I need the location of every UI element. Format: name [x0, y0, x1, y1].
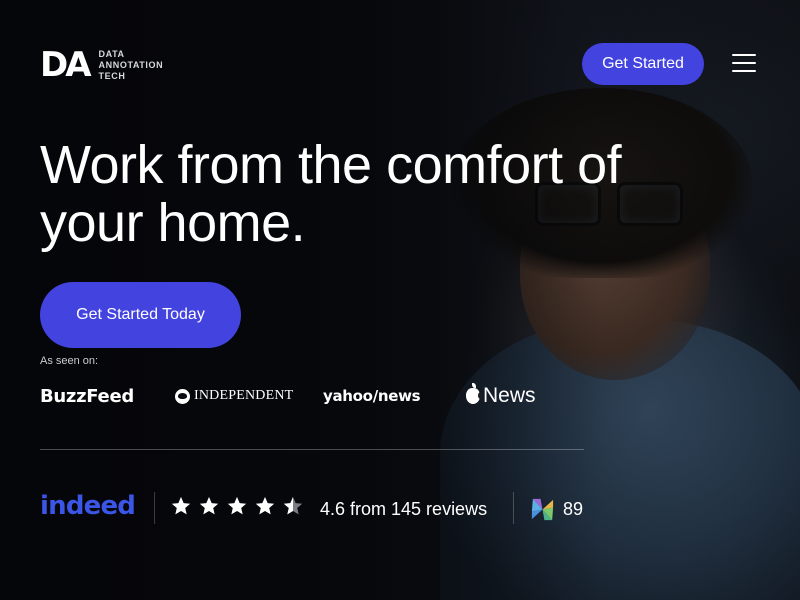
- logo-mark: DA: [40, 45, 92, 85]
- ratings-separator: [513, 492, 514, 524]
- star-icon: [171, 496, 191, 515]
- rating-badge-score: 89: [563, 499, 584, 519]
- press-logos: BuzzFeed INDEPENDENT yahoo/news News: [40, 380, 560, 412]
- apple-news-wordmark: News: [483, 384, 536, 407]
- buzzfeed-logo: BuzzFeed: [40, 385, 134, 407]
- hamburger-menu-icon[interactable]: [730, 52, 758, 74]
- site-logo[interactable]: DA DATA ANNOTATION TECH: [40, 48, 163, 82]
- rating-badge-icon: [531, 498, 554, 521]
- reviews-summary: 4.6 from 145 reviews: [320, 499, 488, 519]
- section-divider: [40, 449, 584, 450]
- logo-line: TECH: [98, 70, 126, 81]
- independent-wordmark: INDEPENDENT: [194, 388, 294, 403]
- half-star-icon: [283, 496, 303, 515]
- independent-logo: INDEPENDENT: [175, 380, 293, 412]
- logo-wordmark: DATA ANNOTATION TECH: [99, 49, 164, 82]
- hero-headline: Work from the comfort of your home.: [40, 135, 622, 253]
- get-started-today-button[interactable]: Get Started Today: [40, 282, 241, 348]
- star-rating: [170, 495, 304, 517]
- logo-line: DATA: [98, 48, 125, 59]
- apple-news-logo: News: [466, 380, 536, 412]
- yahoo-news-logo: yahoo/news: [323, 387, 421, 405]
- star-icon: [227, 496, 247, 515]
- indeed-logo: indeed: [40, 491, 136, 521]
- logo-line: ANNOTATION: [98, 59, 164, 70]
- star-icon: [199, 496, 219, 515]
- star-icon: [255, 496, 275, 515]
- independent-eagle-icon: [175, 388, 190, 404]
- apple-icon: [466, 383, 483, 404]
- ratings-separator: [154, 492, 155, 524]
- header-get-started-button[interactable]: Get Started: [582, 43, 704, 85]
- as-seen-on-label: As seen on:: [40, 355, 99, 367]
